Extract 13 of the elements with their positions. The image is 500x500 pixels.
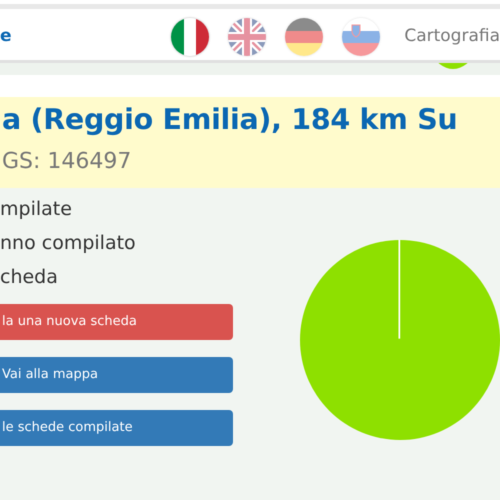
stat-text: nno compilato — [0, 231, 137, 256]
stat-text: mpilate — [0, 197, 73, 222]
flag-icon[interactable] — [342, 18, 380, 56]
action-button[interactable]: la una nuova scheda — [0, 304, 233, 340]
stat-text: cheda — [0, 265, 59, 290]
flag-icon[interactable] — [171, 18, 210, 56]
location-code: GS: 146497 — [2, 148, 132, 176]
flag-icon[interactable] — [285, 18, 324, 56]
page-title: a (Reggio Emilia), 184 km Su — [2, 102, 458, 138]
action-button[interactable]: Vai alla mappa — [0, 357, 233, 393]
action-button[interactable]: le schede compilate — [0, 410, 233, 446]
site-brand[interactable]: e — [0, 24, 12, 50]
nav-link[interactable]: Cartografia — [404, 24, 500, 50]
